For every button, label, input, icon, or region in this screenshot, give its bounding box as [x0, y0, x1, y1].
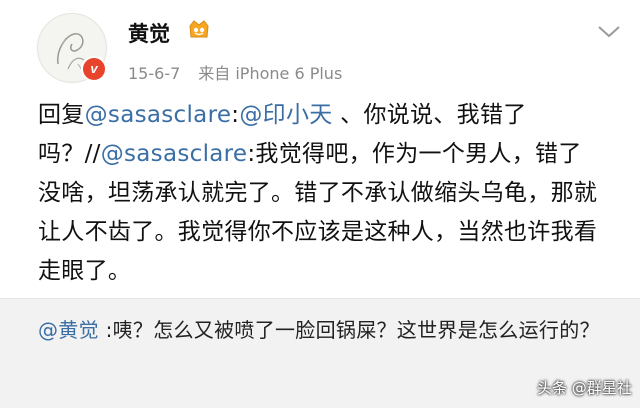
mention-link[interactable]: @sasasclare [85, 102, 232, 128]
mention-link[interactable]: @黄觉 [38, 318, 99, 342]
watermark: 头条 @群星社 [537, 379, 632, 397]
post-source[interactable]: 来自 iPhone 6 Plus [198, 64, 342, 83]
vip-crown-icon[interactable] [187, 17, 211, 43]
chevron-down-icon[interactable] [596, 24, 622, 40]
post-date: 15-6-7 [128, 64, 181, 83]
post-body-text: 回复@sasasclare:@印小天 、你说说、我错了吗？//@sasascla… [38, 102, 598, 284]
mention-link[interactable]: @印小天 [239, 102, 332, 128]
weibo-post-card: v 黄觉 15-6-7 来自 iPhone 6 Plus 回复@sasasclar… [0, 0, 640, 298]
post-meta: 15-6-7 来自 iPhone 6 Plus [128, 60, 342, 84]
reply-prefix: 回复 [38, 102, 85, 128]
username[interactable]: 黄觉 [128, 18, 170, 48]
verified-badge-icon: v [81, 56, 107, 82]
mention-link[interactable]: @sasasclare [101, 141, 248, 167]
quoted-reply-text: @黄觉 :咦？怎么又被喷了一脸回锅屎？这世界是怎么运行的？ [38, 318, 600, 342]
